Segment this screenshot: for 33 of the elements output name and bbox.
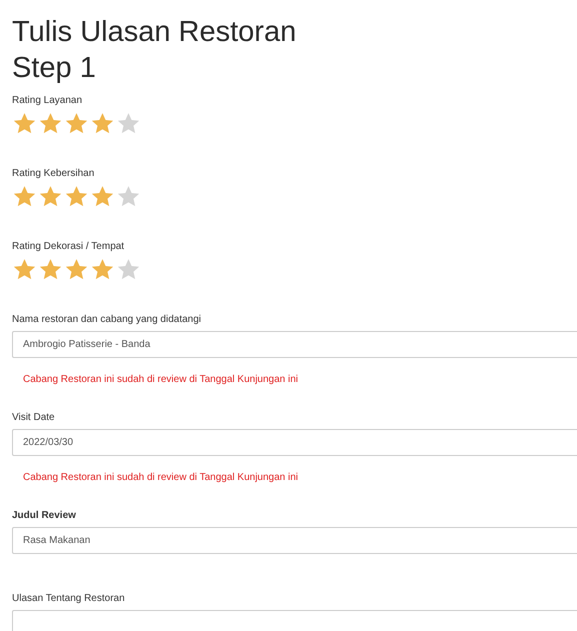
star-icon[interactable]	[64, 111, 89, 136]
input-field[interactable]	[12, 610, 577, 631]
star-icon[interactable]	[90, 111, 115, 136]
input-field[interactable]: 2022/03/30	[12, 429, 577, 456]
star-icon[interactable]	[12, 111, 37, 136]
star-icon[interactable]	[64, 184, 89, 209]
star-icon[interactable]	[116, 184, 141, 209]
star-icon[interactable]	[38, 257, 63, 282]
star-icon[interactable]	[90, 257, 115, 282]
star-icon[interactable]	[64, 257, 89, 282]
rating-label: Rating Layanan	[12, 94, 84, 108]
field-label: Nama restoran dan cabang yang didatangi	[12, 313, 202, 327]
field-label: Ulasan Tentang Restoran	[12, 592, 126, 606]
rating-label: Rating Dekorasi / Tempat	[12, 240, 126, 254]
star-rating[interactable]	[12, 257, 141, 282]
star-icon[interactable]	[12, 257, 37, 282]
field-label: Judul Review	[12, 509, 77, 523]
field-label: Visit Date	[12, 411, 56, 425]
input-field[interactable]: Rasa Makanan	[12, 527, 577, 554]
star-icon[interactable]	[116, 111, 141, 136]
star-icon[interactable]	[38, 111, 63, 136]
star-icon[interactable]	[90, 184, 115, 209]
star-icon[interactable]	[116, 257, 141, 282]
star-rating[interactable]	[12, 111, 141, 136]
star-icon[interactable]	[38, 184, 63, 209]
star-rating[interactable]	[12, 184, 141, 209]
page-title: Tulis Ulasan Restoran	[12, 15, 298, 50]
error-message: Cabang Restoran ini sudah di review di Tanggal Kunjungan ini	[22, 373, 299, 387]
rating-label: Rating Kebersihan	[12, 167, 96, 181]
input-field[interactable]: Ambrogio Patisserie - Banda	[12, 331, 577, 358]
step-heading: Step 1	[12, 51, 97, 86]
star-icon[interactable]	[12, 184, 37, 209]
error-message: Cabang Restoran ini sudah di review di Tanggal Kunjungan ini	[22, 471, 299, 485]
